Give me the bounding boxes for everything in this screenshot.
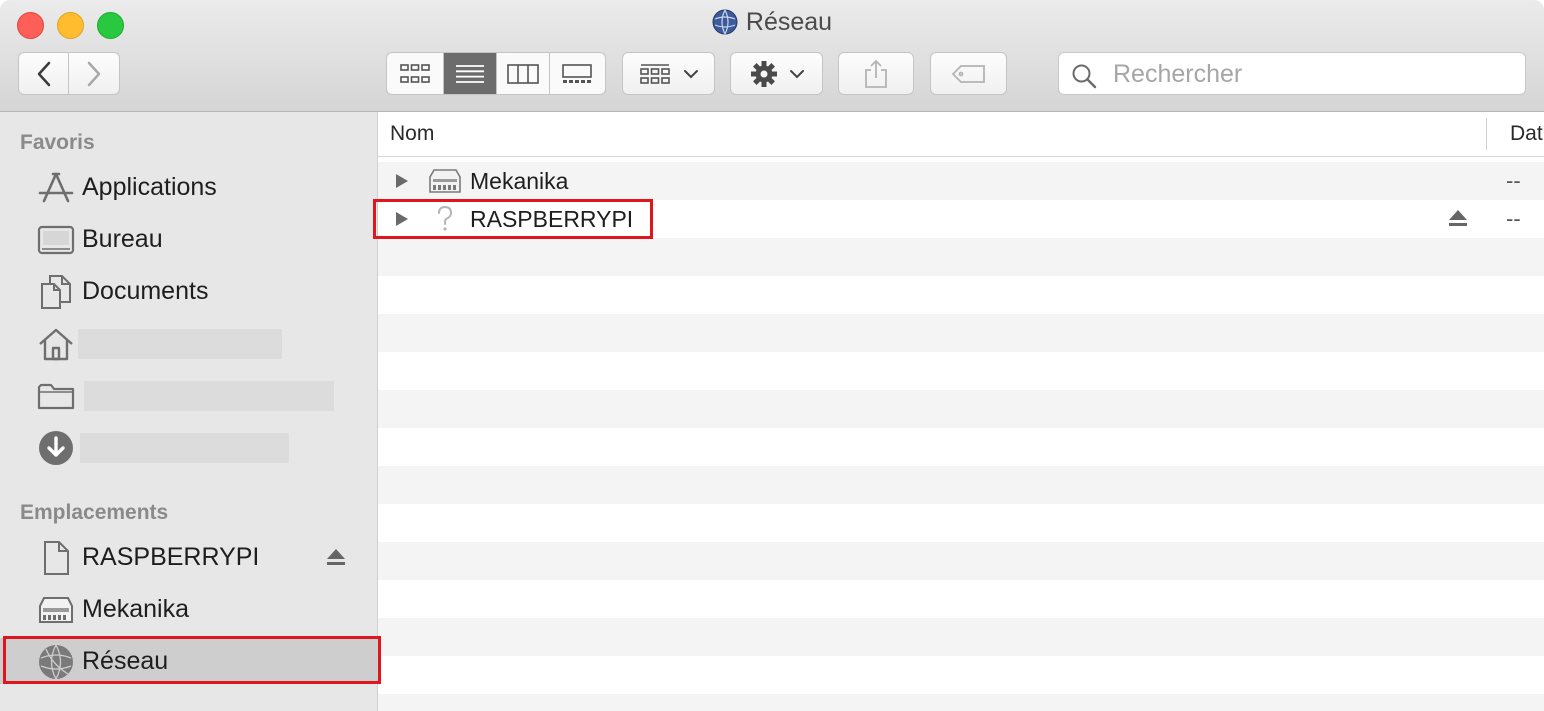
tag-icon [951, 64, 985, 83]
sidebar-item-applications[interactable]: Applications [0, 164, 377, 210]
search-icon [1072, 64, 1097, 89]
empty-row [378, 390, 1544, 428]
file-date: -- [1506, 168, 1521, 193]
file-name: Mekanika [470, 168, 569, 194]
chevron-left-icon [37, 61, 50, 86]
group-by-icon [639, 63, 670, 84]
network-globe-icon [36, 644, 76, 680]
chevron-down-icon [789, 69, 804, 78]
sidebar-item-reseau[interactable]: Réseau [0, 638, 377, 684]
sidebar-item-label: Applications [82, 173, 217, 201]
empty-row [378, 618, 1544, 656]
title-bar: Réseau [0, 0, 1544, 112]
empty-row [378, 428, 1544, 466]
unknown-question-icon [428, 204, 462, 234]
sidebar: Favoris Applications Bureau Documents Em… [0, 112, 378, 711]
sidebar-item-documents[interactable]: Documents [0, 268, 377, 314]
window-title: Réseau [745, 8, 833, 36]
empty-row [378, 542, 1544, 580]
chevron-down-icon [683, 69, 698, 78]
redacted-label [78, 329, 282, 359]
empty-row [378, 694, 1544, 711]
share-button[interactable] [838, 52, 914, 95]
empty-row [378, 276, 1544, 314]
file-list: Nom Dat Mekanika -- RASPBERRYPI -- [378, 112, 1544, 711]
action-menu-button[interactable] [730, 52, 823, 95]
sidebar-item-label: RASPBERRYPI [82, 543, 260, 571]
empty-row [378, 504, 1544, 542]
server-icon [428, 166, 462, 196]
sidebar-item-label: Bureau [82, 225, 163, 253]
forward-button[interactable] [68, 52, 120, 95]
sidebar-item-home[interactable] [0, 320, 377, 366]
list-row-raspberrypi[interactable]: RASPBERRYPI -- [378, 200, 1544, 238]
view-mode-selector [386, 52, 606, 95]
column-header-date[interactable]: Dat [1510, 122, 1543, 146]
network-globe-icon [712, 9, 738, 42]
empty-row [378, 352, 1544, 390]
group-by-button[interactable] [622, 52, 715, 95]
window-title-area: Réseau [0, 8, 1544, 42]
empty-row [378, 238, 1544, 276]
gear-icon [750, 60, 777, 87]
search-field[interactable] [1058, 52, 1526, 95]
list-view-icon [456, 64, 485, 83]
server-icon [36, 592, 76, 628]
eject-icon[interactable] [326, 548, 346, 571]
column-view-icon [506, 63, 539, 84]
empty-row [378, 580, 1544, 618]
column-view-button[interactable] [497, 53, 550, 94]
icon-view-button[interactable] [387, 53, 445, 94]
eject-icon[interactable] [1448, 209, 1468, 232]
redacted-label [80, 433, 289, 463]
chevron-right-icon [87, 61, 101, 86]
folder-icon [36, 378, 76, 414]
sidebar-item-downloads[interactable] [0, 424, 377, 470]
sidebar-item-label: Documents [82, 277, 209, 305]
disclosure-triangle-icon[interactable] [395, 211, 409, 232]
downloads-icon [36, 430, 76, 466]
icon-view-icon [400, 63, 431, 83]
applications-icon [36, 170, 76, 206]
desktop-icon [36, 222, 76, 258]
file-date: -- [1506, 206, 1521, 231]
sidebar-item-mekanika[interactable]: Mekanika [0, 586, 377, 632]
sidebar-item-folder[interactable] [0, 372, 377, 418]
finder-window: Réseau Rechercher Favoris Applications B… [0, 0, 1544, 711]
search-input[interactable] [1111, 57, 1515, 92]
sidebar-section-favorites: Favoris [20, 131, 95, 154]
sidebar-section-locations: Emplacements [20, 501, 169, 524]
empty-row [378, 314, 1544, 352]
share-icon [865, 59, 887, 88]
home-icon [36, 326, 76, 362]
gallery-view-button[interactable] [550, 53, 605, 94]
gallery-view-icon [562, 63, 593, 83]
documents-icon [36, 274, 76, 310]
sidebar-item-raspberrypi[interactable]: RASPBERRYPI [0, 534, 377, 580]
tag-button[interactable] [930, 52, 1007, 95]
empty-row [378, 466, 1544, 504]
column-separator[interactable] [1486, 118, 1487, 150]
sidebar-item-bureau[interactable]: Bureau [0, 216, 377, 262]
sidebar-item-label: Mekanika [82, 595, 189, 623]
list-view-button[interactable] [444, 53, 497, 94]
column-header-name[interactable]: Nom [390, 122, 434, 146]
empty-row [378, 656, 1544, 694]
sidebar-item-label: Réseau [82, 647, 169, 675]
file-name: RASPBERRYPI [470, 206, 634, 232]
list-row-mekanika[interactable]: Mekanika -- [378, 162, 1544, 200]
column-header: Nom Dat [378, 112, 1544, 157]
back-button[interactable] [18, 52, 69, 95]
redacted-label [84, 381, 334, 411]
document-icon [36, 540, 76, 576]
disclosure-triangle-icon[interactable] [395, 173, 409, 194]
